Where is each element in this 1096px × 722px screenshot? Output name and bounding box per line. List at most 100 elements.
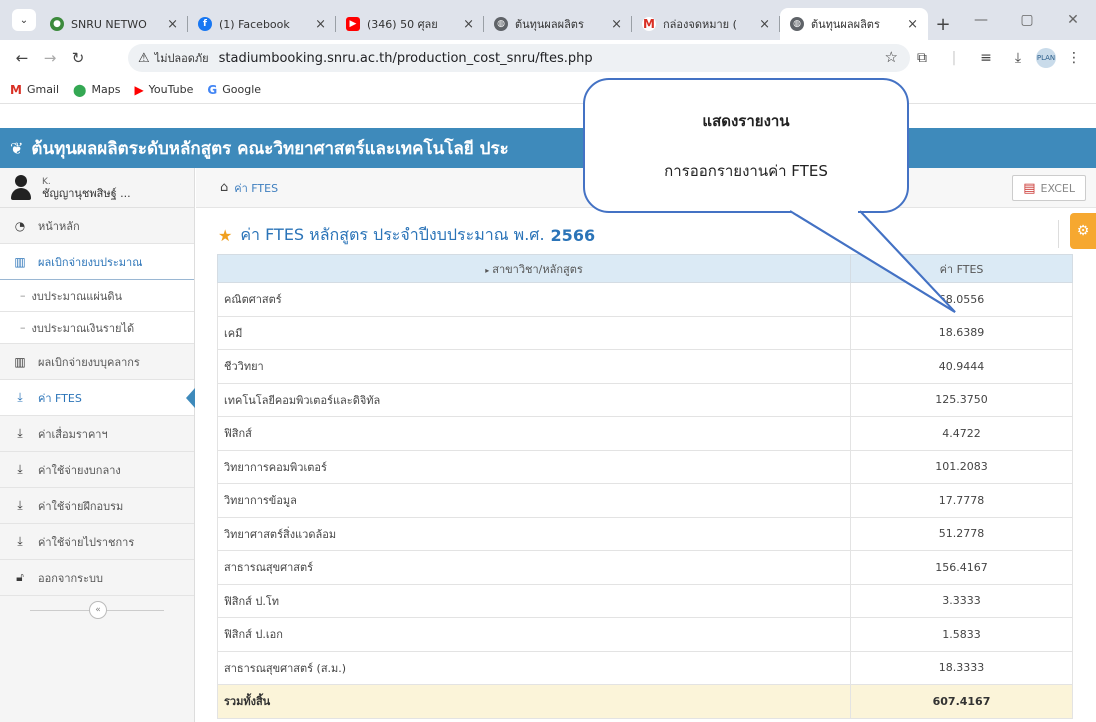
sidebar-item-label: งบประมาณแผ่นดิน	[31, 289, 123, 303]
ftes-cell: 1.5833	[850, 617, 1073, 652]
ftes-cell: 40.9444	[850, 349, 1073, 384]
bookmark-google[interactable]: G Google	[207, 83, 261, 97]
bookmark-maps[interactable]: ⬤ Maps	[73, 83, 120, 97]
total-value-cell: 607.4167	[850, 684, 1073, 719]
sidebar-item-logout[interactable]: 🔓︎ ออกจากระบบ	[0, 560, 194, 596]
ftes-cell: 17.7778	[850, 483, 1073, 518]
program-cell: วิทยาการข้อมูล	[217, 483, 851, 518]
tab-title: (1) Facebook	[219, 17, 290, 31]
profile-avatar[interactable]: PLAN	[1036, 48, 1056, 68]
sidebar-item-label: ค่าใช้จ่ายฝึกอบรม	[38, 499, 124, 513]
sidebar-subitem-state-budget[interactable]: – งบประมาณแผ่นดิน	[0, 280, 194, 312]
home-icon[interactable]: ⌂	[220, 180, 228, 195]
window-controls: — ▢ ✕	[958, 6, 1096, 34]
back-icon[interactable]: ←	[8, 44, 36, 72]
callout-line-1: แสดงรายงาน	[702, 111, 790, 130]
bookmark-star-icon[interactable]: ☆	[885, 48, 898, 66]
url-text[interactable]: stadiumbooking.snru.ac.th/production_cos…	[219, 51, 593, 66]
sidebar-item-label: ผลเบิกจ่ายงบบุคลากร	[38, 355, 140, 369]
sidebar-item-ftes[interactable]: ⤓ ค่า FTES	[0, 380, 195, 416]
program-cell: สาธารณสุขศาสตร์	[217, 550, 851, 585]
page-title: ★ ค่า FTES หลักสูตร ประจำปีงบประมาณ พ.ศ.…	[218, 222, 1058, 248]
sidebar-item-training[interactable]: ⤓ ค่าใช้จ่ายฝึกอบรม	[0, 488, 194, 524]
extensions-icon[interactable]: ⧉	[908, 44, 936, 72]
reading-list-icon[interactable]: ≡	[972, 44, 1000, 72]
excel-export-button[interactable]: ▤ EXCEL	[1012, 175, 1086, 201]
download-icon: ⤓	[17, 426, 23, 440]
sidebar-item-central-budget[interactable]: ⤓ ค่าใช้จ่ายงบกลาง	[0, 452, 194, 488]
close-tab-icon[interactable]: ×	[611, 17, 622, 32]
close-window-icon[interactable]: ✕	[1050, 6, 1096, 34]
user-avatar-icon	[10, 174, 32, 201]
browser-tab[interactable]: ● SNRU NETWO ×	[40, 8, 188, 40]
menu-kebab-icon[interactable]: ⋮	[1060, 44, 1088, 72]
browser-toolbar: ← → ↻ ⚠ ไม่ปลอดภัย stadiumbooking.snru.a…	[0, 40, 1096, 76]
sidebar-item-official-travel[interactable]: ⤓ ค่าใช้จ่ายไปราชการ	[0, 524, 194, 560]
close-tab-icon[interactable]: ×	[759, 17, 770, 32]
settings-gear-icon[interactable]: ⚙	[1070, 213, 1096, 249]
tab-title: ต้นทุนผลผลิตร	[515, 18, 584, 31]
youtube-icon: ▶	[346, 17, 360, 31]
bookmark-label: YouTube	[148, 83, 194, 96]
tab-title: ต้นทุนผลผลิตร	[811, 18, 880, 31]
table-total-row: รวมทั้งสิ้น 607.4167	[217, 684, 1073, 719]
sidebar: K. ชัญญานุชพสิษฐ์ ... ◔ หน้าหลัก ▥ ผลเบิ…	[0, 168, 195, 722]
bookmark-youtube[interactable]: ▶ YouTube	[134, 83, 193, 97]
sidebar-item-home[interactable]: ◔ หน้าหลัก	[0, 208, 194, 244]
globe-icon: ◍	[790, 17, 804, 31]
user-name: ชัญญานุชพสิษฐ์ ...	[42, 186, 131, 200]
reload-icon[interactable]: ↻	[64, 44, 92, 72]
browser-tab[interactable]: f (1) Facebook ×	[188, 8, 336, 40]
program-cell: วิทยาศาสตร์สิ่งแวดล้อม	[217, 516, 851, 551]
new-tab-icon[interactable]: +	[928, 8, 958, 40]
tab-title: กล่องจดหมาย (	[663, 18, 737, 31]
table-row: เคมี 18.6389	[217, 315, 1073, 350]
facebook-icon: f	[198, 17, 212, 31]
program-cell: ฟิสิกส์	[217, 416, 851, 451]
close-tab-icon[interactable]: ×	[315, 17, 326, 32]
column-header-ftes[interactable]: ค่า FTES	[850, 254, 1073, 283]
program-cell: เคมี	[217, 315, 851, 350]
maximize-icon[interactable]: ▢	[1004, 6, 1050, 34]
sidebar-item-personnel-disbursement[interactable]: ▥ ผลเบิกจ่ายงบบุคลากร	[0, 344, 194, 380]
sidebar-item-budget-disbursement[interactable]: ▥ ผลเบิกจ่ายงบประมาณ	[0, 244, 194, 280]
ftes-cell: 125.3750	[850, 382, 1073, 417]
user-initial: K.	[42, 176, 51, 187]
download-icon[interactable]: ⤓	[1004, 44, 1032, 72]
excel-label: EXCEL	[1040, 181, 1075, 195]
total-label-cell: รวมทั้งสิ้น	[217, 684, 851, 719]
close-tab-icon[interactable]: ×	[463, 17, 474, 32]
unlock-icon: 🔓︎	[16, 570, 24, 584]
page-title-year: 2566	[550, 225, 596, 245]
minimize-icon[interactable]: —	[958, 6, 1004, 34]
table-row: วิทยาการคอมพิวเตอร์ 101.2083	[217, 449, 1073, 484]
bookmark-label: Maps	[91, 83, 121, 96]
ftes-cell: 4.4722	[850, 416, 1073, 451]
sidebar-item-label: ค่าใช้จ่ายงบกลาง	[38, 463, 121, 477]
forward-icon[interactable]: →	[36, 44, 64, 72]
browser-tab[interactable]: M กล่องจดหมาย ( ×	[632, 8, 780, 40]
close-tab-icon[interactable]: ×	[907, 17, 918, 32]
address-bar[interactable]: ⚠ ไม่ปลอดภัย stadiumbooking.snru.ac.th/p…	[128, 44, 910, 72]
extension-icons: ⧉ | ≡ ⤓ PLAN ⋮	[908, 44, 1088, 72]
callout-annotation: แสดงรายงาน การออกรายงานค่า FTES	[583, 78, 909, 213]
browser-tab-active[interactable]: ◍ ต้นทุนผลผลิตร ×	[780, 8, 928, 40]
tab-title: SNRU NETWO	[71, 17, 147, 31]
user-panel[interactable]: K. ชัญญานุชพสิษฐ์ ...	[0, 168, 194, 208]
browser-tab[interactable]: ◍ ต้นทุนผลผลิตร ×	[484, 8, 632, 40]
close-tab-icon[interactable]: ×	[167, 17, 178, 32]
breadcrumb-current: ค่า FTES	[234, 181, 279, 195]
sidebar-subitem-revenue-budget[interactable]: – งบประมาณเงินรายได้	[0, 312, 194, 344]
tab-search-dropdown-icon[interactable]: ⌄	[12, 9, 36, 31]
bookmark-gmail[interactable]: M Gmail	[10, 83, 59, 97]
collapse-sidebar-icon[interactable]: «	[89, 601, 107, 619]
column-header-program[interactable]: ▸ สาขาวิชา/หลักสูตร	[217, 254, 851, 283]
sidebar-item-depreciation[interactable]: ⤓ ค่าเสื่อมราคาฯ	[0, 416, 194, 452]
ftes-cell: 51.2778	[850, 516, 1073, 551]
sidebar-item-label: หน้าหลัก	[38, 219, 80, 233]
gmail-icon: M	[642, 17, 656, 31]
browser-tab[interactable]: ▶ (346) 50 ศุลย ×	[336, 8, 484, 40]
leaf-icon: ❦	[10, 138, 24, 158]
table-row: ฟิสิกส์ ป.โท 3.3333	[217, 583, 1073, 618]
download-icon: ⤓	[17, 498, 23, 512]
